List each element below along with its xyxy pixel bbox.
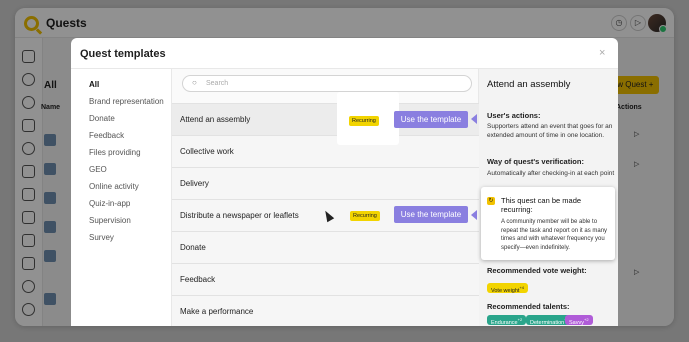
- recurring-callout: ↻ This quest can be made recurring: A co…: [481, 187, 615, 260]
- verification-text: Automatically after checking-in at each …: [487, 170, 615, 177]
- template-row[interactable]: Collective work: [172, 135, 480, 167]
- close-icon[interactable]: ×: [599, 47, 605, 59]
- quest-templates-modal: Quest templates × All Brand representati…: [71, 38, 618, 326]
- callout-body: A community member will be able to repea…: [501, 219, 608, 251]
- category-donate[interactable]: Donate: [89, 114, 115, 123]
- category-geo[interactable]: GEO: [89, 165, 107, 174]
- template-row[interactable]: Feedback: [172, 263, 480, 295]
- pointer-arrow-icon: [471, 210, 477, 220]
- recurring-icon: ↻: [487, 197, 495, 205]
- talent-value: +2: [517, 317, 523, 322]
- template-name: Collective work: [180, 147, 234, 156]
- category-online-activity[interactable]: Online activity: [89, 182, 139, 191]
- users-actions-text: Supporters attend an event that goes for…: [487, 123, 613, 139]
- template-name: Delivery: [180, 179, 209, 188]
- search-icon: ○: [192, 78, 197, 87]
- talent-pill-endurance: Endurance+2: [487, 315, 527, 326]
- category-all[interactable]: All: [89, 80, 99, 89]
- modal-title: Quest templates: [80, 48, 166, 60]
- template-name: Make a performance: [180, 307, 254, 316]
- vote-weight-pill: Vote weight+4: [487, 283, 528, 294]
- use-template-button[interactable]: Use the template: [394, 206, 468, 223]
- search-input[interactable]: ○ Search: [182, 75, 472, 92]
- template-name: Donate: [180, 243, 206, 252]
- category-survey[interactable]: Survey: [89, 233, 114, 242]
- search-placeholder: Search: [206, 80, 229, 87]
- talent-label: Endurance: [491, 319, 518, 326]
- template-name: Distribute a newspaper or leaflets: [180, 211, 299, 220]
- template-row[interactable]: Donate: [172, 231, 480, 263]
- category-brand-representation[interactable]: Brand representation: [89, 97, 164, 106]
- template-name: Feedback: [180, 275, 216, 284]
- category-files-providing[interactable]: Files providing: [89, 148, 141, 157]
- users-actions-heading: User's actions:: [487, 111, 541, 120]
- use-template-button[interactable]: Use the template: [394, 111, 468, 128]
- talent-label: Determination: [530, 319, 565, 326]
- category-quiz-in-app[interactable]: Quiz-in-app: [89, 199, 130, 208]
- category-supervision[interactable]: Supervision: [89, 216, 131, 225]
- template-row[interactable]: Make a performance: [172, 295, 480, 326]
- talent-value: +2: [583, 317, 589, 322]
- recurring-badge: Recurring: [350, 211, 380, 221]
- template-name: Attend an assembly: [180, 115, 251, 124]
- template-list: ○ Search Attend an assembly Collective w…: [171, 69, 480, 326]
- category-feedback[interactable]: Feedback: [89, 131, 124, 140]
- verification-heading: Way of quest's verification:: [487, 157, 584, 166]
- pointer-arrow-icon: [471, 114, 477, 124]
- detail-title: Attend an assembly: [487, 79, 571, 90]
- talent-pill-savvy: Savvy+2: [565, 315, 593, 326]
- callout-title: This quest can be made recurring:: [501, 196, 582, 214]
- vote-weight-value: +4: [519, 285, 524, 290]
- category-list: All Brand representation Donate Feedback…: [71, 69, 171, 326]
- vote-weight-heading: Recommended vote weight:: [487, 266, 587, 275]
- template-row[interactable]: Delivery: [172, 167, 480, 199]
- talents-heading: Recommended talents:: [487, 302, 570, 311]
- vote-weight-label: Vote weight: [491, 287, 520, 294]
- talent-label: Savvy: [569, 319, 584, 326]
- recurring-badge: Recurring: [349, 116, 379, 126]
